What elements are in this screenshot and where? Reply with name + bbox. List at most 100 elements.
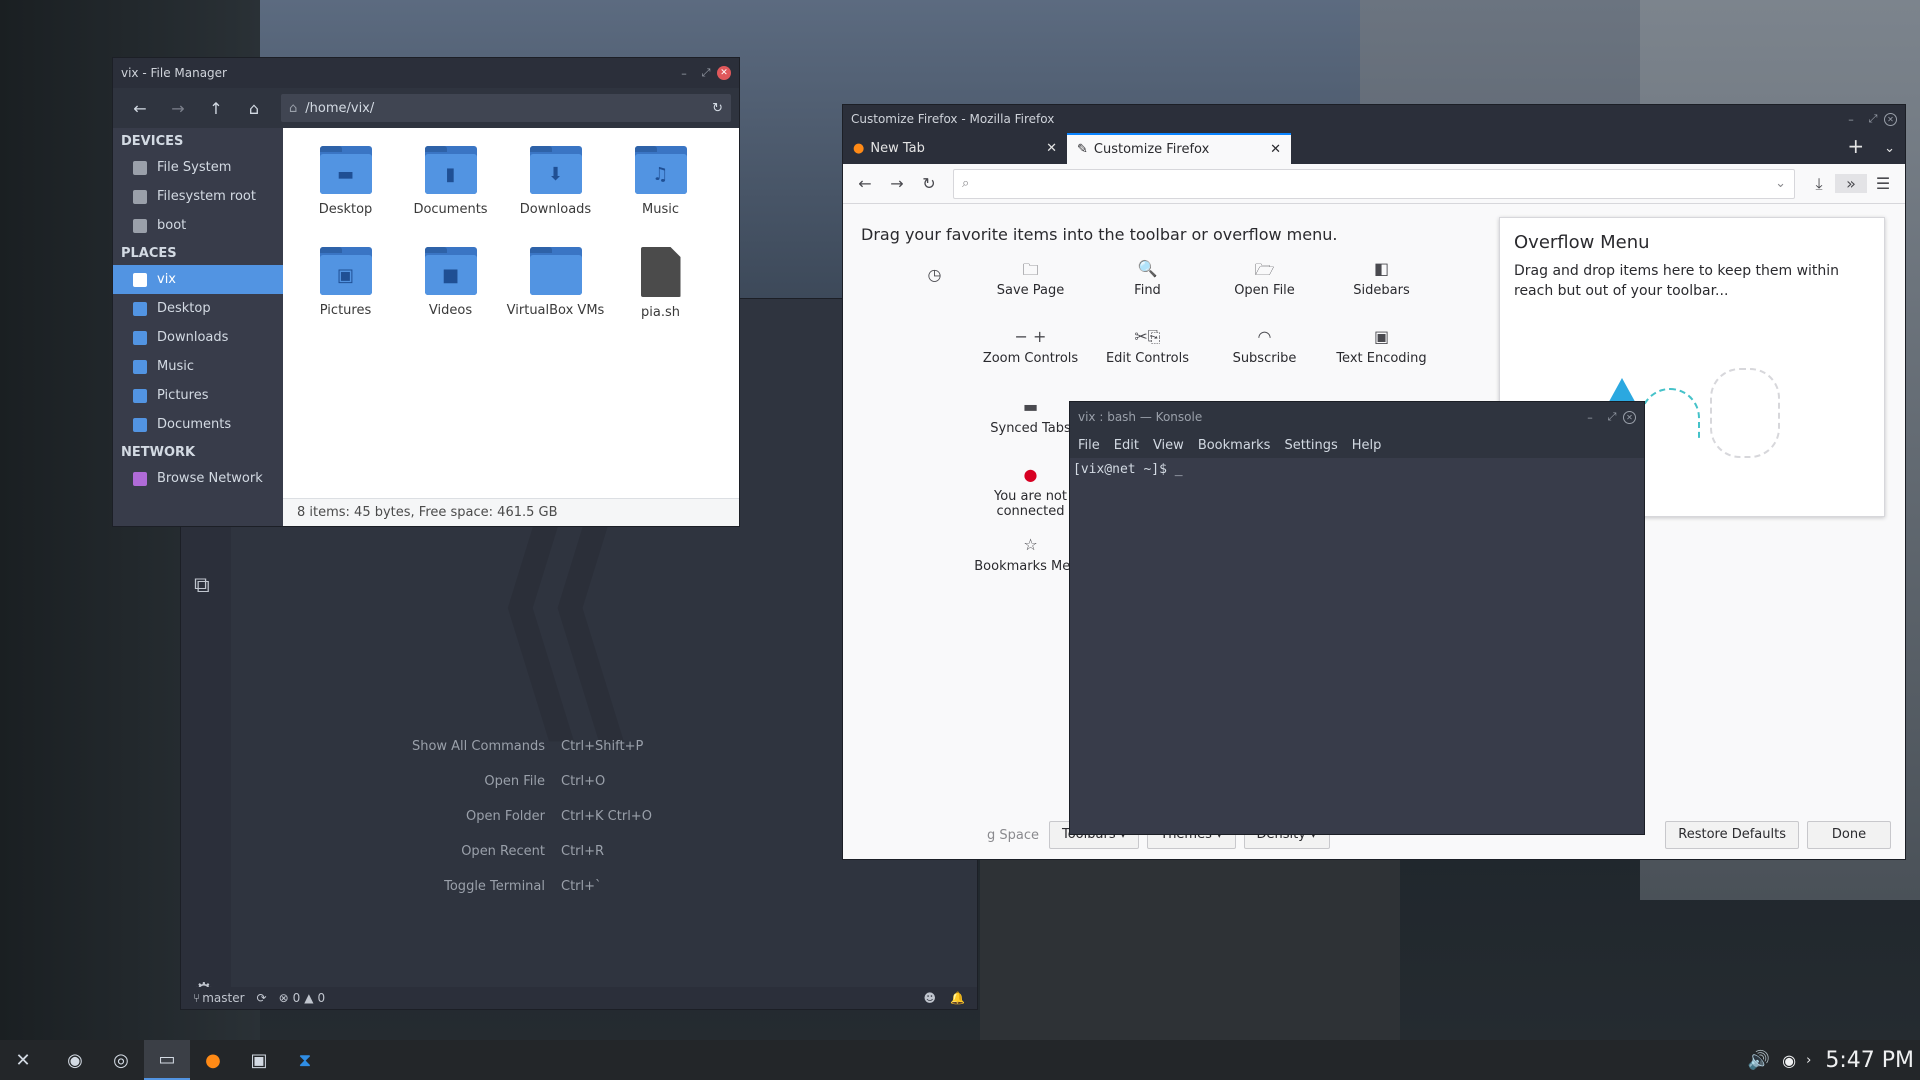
downloads-icon[interactable]: ⤓ [1803, 174, 1835, 194]
volume-icon[interactable]: 🔊 [1748, 1050, 1770, 1071]
done-button[interactable]: Done [1807, 821, 1891, 849]
welcome-command[interactable]: Show All Commands Ctrl+Shift+P [341, 729, 841, 764]
customize-item-open-file[interactable]: 🗁 Open File [1207, 259, 1322, 298]
bell-icon[interactable]: 🔔 [950, 991, 965, 1005]
file-item[interactable]: ♫ Music [608, 142, 713, 243]
sidebar-section-header: DEVICES [121, 134, 184, 149]
overflow-chevron-icon[interactable]: » [1835, 174, 1867, 193]
terminal-task-icon[interactable]: ▣ [236, 1040, 282, 1080]
close-button[interactable]: ✕ [1623, 410, 1636, 424]
forward-button[interactable]: → [159, 99, 197, 118]
customize-item-save-page[interactable]: 🗀 Save Page [973, 259, 1088, 298]
new-tab-button[interactable]: + [1837, 134, 1874, 164]
file-item[interactable]: pia.sh [608, 243, 713, 344]
reload-icon[interactable]: ↻ [712, 101, 723, 116]
launcher-icon[interactable]: ✕ [0, 1040, 46, 1080]
menu-item-settings[interactable]: Settings [1284, 438, 1337, 453]
tab-list-chevron-icon[interactable]: ⌄ [1874, 141, 1905, 164]
welcome-command[interactable]: Open Folder Ctrl+K Ctrl+O [341, 799, 841, 834]
minimize-button[interactable]: – [1579, 411, 1601, 424]
discord-icon[interactable]: ◉ [52, 1040, 98, 1080]
place-icon [133, 471, 147, 486]
error-count[interactable]: 0 [293, 991, 301, 1005]
customize-item-text-encoding[interactable]: ▣ Text Encoding [1324, 327, 1439, 366]
file-name: Pictures [319, 303, 372, 318]
file-item[interactable]: ▬ Desktop [293, 142, 398, 243]
customize-item-sidebars[interactable]: ◧ Sidebars [1324, 259, 1439, 298]
url-dropdown-icon[interactable]: ⌄ [1775, 176, 1786, 191]
file-item[interactable]: ⬇ Downloads [503, 142, 608, 243]
current-path: /home/vix/ [305, 100, 375, 116]
menu-item-bookmarks[interactable]: Bookmarks [1198, 438, 1271, 453]
welcome-command[interactable]: Toggle Terminal Ctrl+` [341, 869, 841, 904]
terminal-area[interactable]: [vix@net ~]$ _ [1070, 458, 1644, 834]
menu-item-edit[interactable]: Edit [1114, 438, 1139, 453]
menu-item-view[interactable]: View [1153, 438, 1184, 453]
place-icon [133, 359, 147, 374]
location-bar[interactable]: ⌂ /home/vix/ ↻ [281, 94, 731, 122]
error-icon[interactable]: ⊗ [279, 991, 289, 1005]
reload-button[interactable]: ↻ [913, 174, 945, 193]
customize-item-edit-controls[interactable]: ✂⎘ Edit Controls [1090, 327, 1205, 366]
extensions-icon[interactable]: ⧉ [194, 573, 210, 598]
maximize-button[interactable]: ⤢ [1862, 112, 1884, 126]
vscode-task-icon[interactable]: ⧗ [282, 1040, 328, 1080]
item-icon: ◠ [1257, 327, 1272, 346]
customize-item-subscribe[interactable]: ◠ Subscribe [1207, 327, 1322, 366]
url-bar[interactable]: ⌕ ⌄ [953, 168, 1795, 199]
welcome-command[interactable]: Open File Ctrl+O [341, 764, 841, 799]
maximize-button[interactable]: ⤢ [695, 66, 717, 80]
up-button[interactable]: ↑ [197, 99, 235, 118]
file-manager-task-icon[interactable]: ▭ [144, 1040, 190, 1080]
file-item[interactable]: ▣ Pictures [293, 243, 398, 344]
sidebar-item-boot[interactable]: boot [113, 211, 283, 240]
sidebar-item-desktop[interactable]: Desktop [113, 294, 283, 323]
close-tab-icon[interactable]: ✕ [1046, 141, 1057, 156]
firefox-task-icon[interactable]: ● [190, 1040, 236, 1080]
customize-item-zoom-controls[interactable]: − + Zoom Controls [973, 327, 1088, 366]
close-tab-icon[interactable]: ✕ [1270, 142, 1281, 157]
command-shortcut: Ctrl+` [561, 879, 602, 894]
clock[interactable]: 5:47 PM [1825, 1048, 1914, 1073]
close-button[interactable]: ✕ [717, 66, 731, 80]
menu-item-help[interactable]: Help [1352, 438, 1382, 453]
sidebar-item-file-system[interactable]: File System [113, 153, 283, 182]
discord-tray-icon[interactable]: ◉ [1782, 1051, 1796, 1070]
sidebar-item-filesystem-root[interactable]: Filesystem root [113, 182, 283, 211]
tab-new-tab[interactable]: ● New Tab ✕ [843, 133, 1067, 164]
home-button[interactable]: ⌂ [235, 99, 273, 118]
sidebar-item-downloads[interactable]: Downloads [113, 323, 283, 352]
file-item[interactable]: ▮ Documents [398, 142, 503, 243]
minimize-button[interactable]: – [673, 67, 695, 80]
branch-icon[interactable]: ⑂ [193, 991, 200, 1005]
customize-item-find[interactable]: 🔍 Find [1090, 259, 1205, 298]
warning-count[interactable]: 0 [318, 991, 326, 1005]
sidebar-item-music[interactable]: Music [113, 352, 283, 381]
branch-name[interactable]: master [202, 991, 244, 1005]
chrome-icon[interactable]: ◎ [98, 1040, 144, 1080]
sidebar-item-pictures[interactable]: Pictures [113, 381, 283, 410]
sidebar-item-vix[interactable]: vix [113, 265, 283, 294]
warning-icon[interactable]: ▲ [304, 991, 313, 1005]
forward-button[interactable]: → [881, 174, 913, 193]
close-button[interactable]: ✕ [1884, 112, 1897, 126]
tray-expand-icon[interactable]: › [1806, 1053, 1811, 1068]
menu-item-file[interactable]: File [1078, 438, 1100, 453]
file-item[interactable]: ■ Videos [398, 243, 503, 344]
maximize-button[interactable]: ⤢ [1601, 410, 1623, 424]
welcome-command[interactable]: Open Recent Ctrl+R [341, 834, 841, 869]
sidebar-item-browse-network[interactable]: Browse Network [113, 464, 283, 493]
sidebar-item-label: Desktop [157, 301, 211, 316]
minimize-button[interactable]: – [1840, 113, 1862, 126]
sidebar-item-label: Music [157, 359, 194, 374]
sync-icon[interactable]: ⟳ [257, 991, 267, 1005]
hamburger-menu-icon[interactable]: ☰ [1867, 174, 1899, 193]
sidebar-item-documents[interactable]: Documents [113, 410, 283, 439]
file-item[interactable]: VirtualBox VMs [503, 243, 608, 344]
restore-defaults-button[interactable]: Restore Defaults [1665, 821, 1799, 849]
feedback-icon[interactable]: ☻ [924, 991, 937, 1005]
back-button[interactable]: ← [849, 174, 881, 193]
shell-prompt: [vix@net ~]$ _ [1073, 462, 1183, 477]
back-button[interactable]: ← [121, 99, 159, 118]
tab-customize-firefox[interactable]: ✎ Customize Firefox ✕ [1067, 133, 1291, 164]
